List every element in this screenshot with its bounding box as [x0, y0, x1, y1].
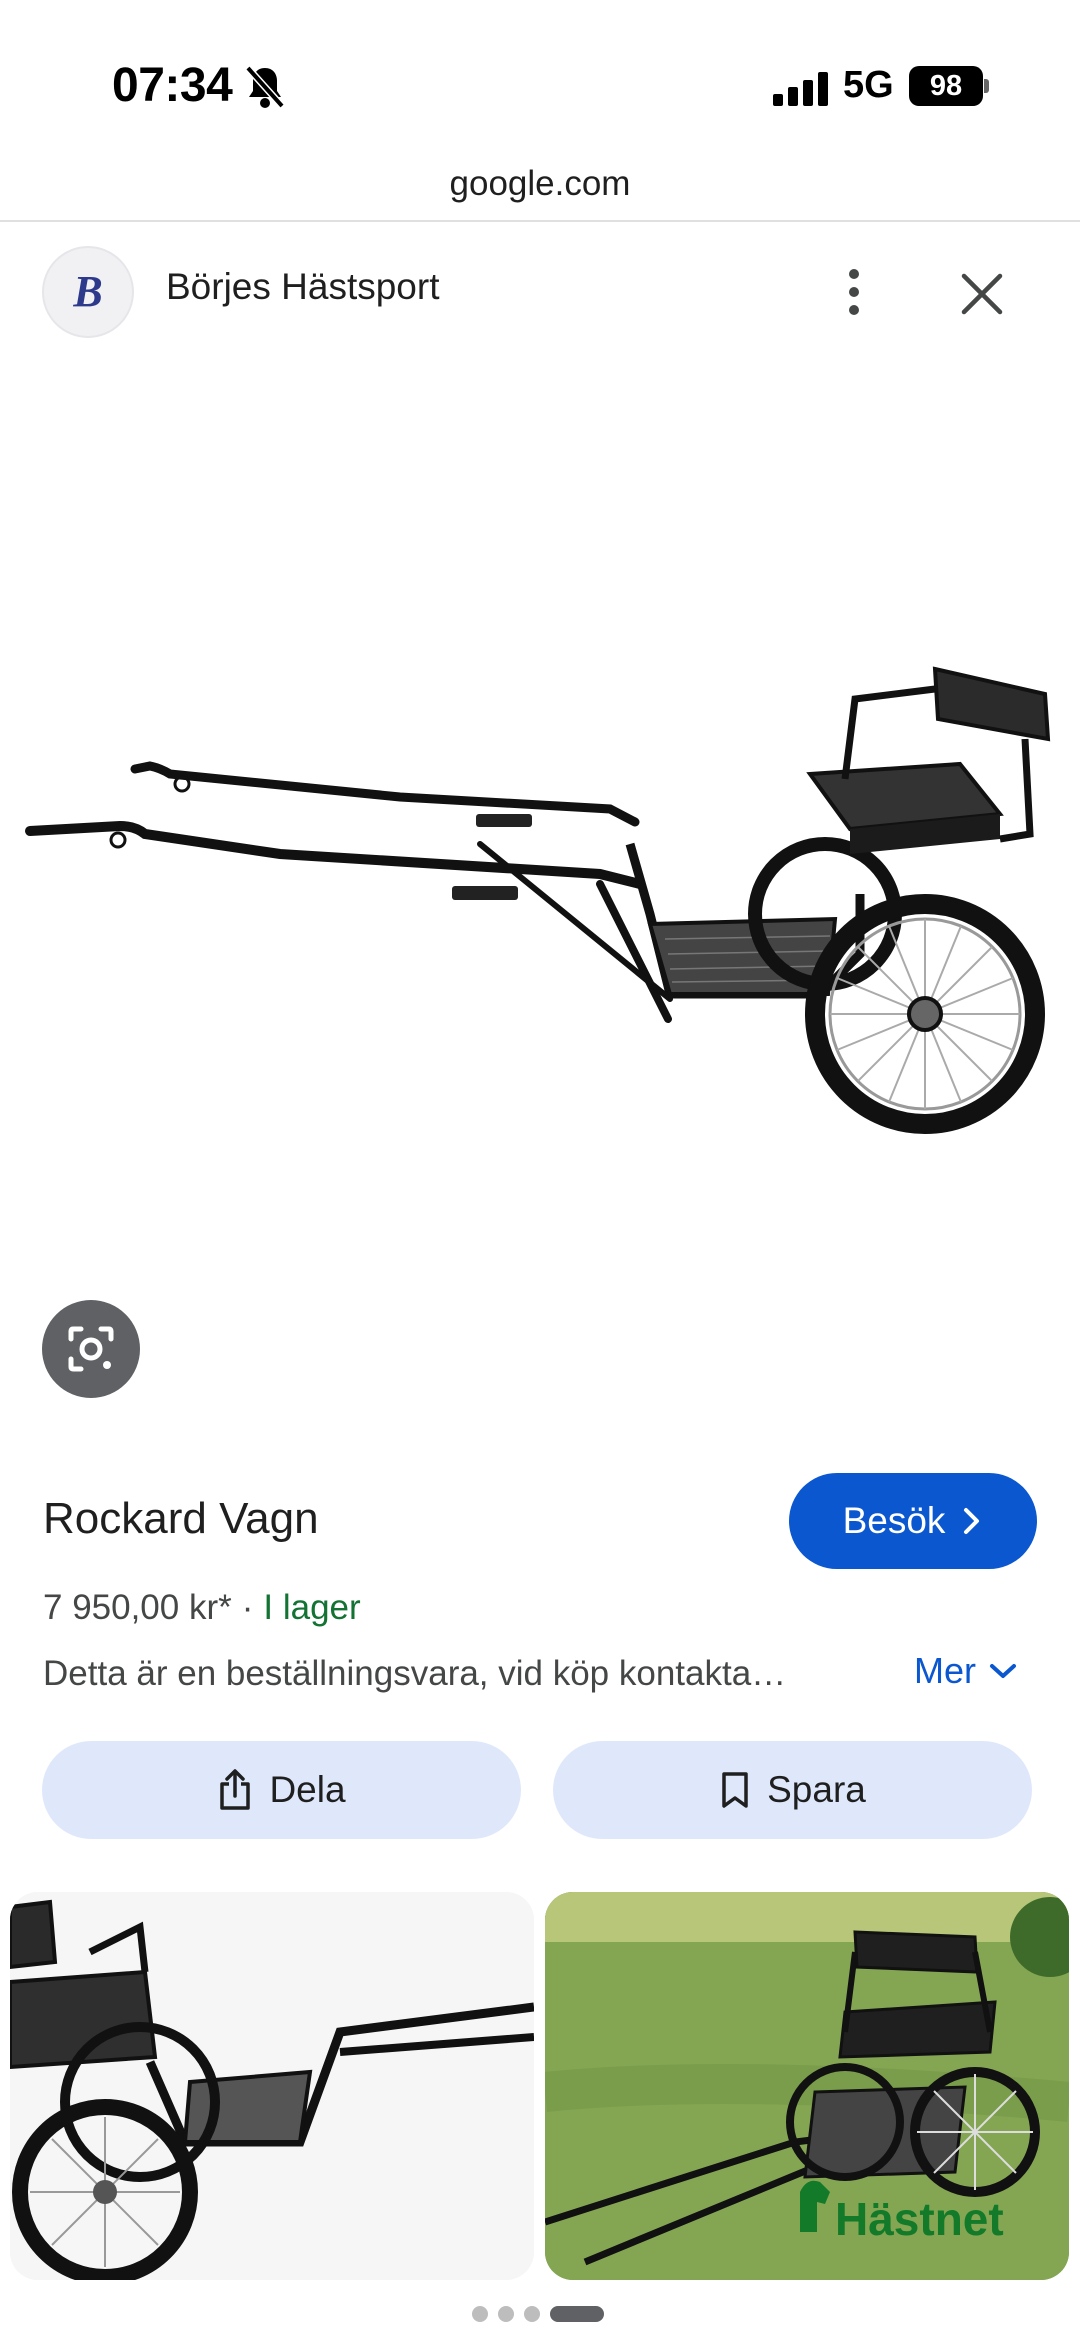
more-label: Mer: [914, 1650, 976, 1691]
product-title: Rockard Vagn: [43, 1494, 319, 1543]
lens-button[interactable]: [42, 1300, 140, 1398]
page-dot: [498, 2306, 514, 2322]
battery-indicator: 98: [909, 66, 983, 106]
status-bar: 07:34 5G 98: [0, 0, 1080, 150]
shaft-bracket: [452, 886, 518, 900]
page-dot-active: [550, 2306, 604, 2322]
share-icon: [220, 1769, 251, 1810]
site-logo-mark: B: [72, 267, 102, 316]
separator: ·: [241, 1588, 254, 1627]
more-button[interactable]: Mer: [914, 1650, 1018, 1692]
page-indicator: [472, 2306, 604, 2322]
site-header: B Börjes Hästsport: [0, 224, 1080, 354]
lens-icon: [68, 1326, 114, 1372]
close-icon[interactable]: [952, 264, 1012, 324]
site-name[interactable]: Börjes Hästsport: [166, 266, 440, 308]
save-button[interactable]: Spara: [553, 1741, 1032, 1839]
visit-button[interactable]: Besök: [789, 1473, 1037, 1569]
save-label: Spara: [767, 1769, 866, 1810]
watermark-text: Hästnet: [835, 2193, 1004, 2245]
url-bar[interactable]: google.com: [0, 150, 1080, 222]
product-image: [25, 666, 1051, 1134]
page-dot: [524, 2306, 540, 2322]
signal-icon: [773, 72, 828, 106]
stock-status: I lager: [263, 1588, 361, 1627]
bell-off-icon: [245, 65, 285, 109]
shaft-bracket: [476, 814, 532, 827]
related-field-image: Hästnet: [545, 1892, 1069, 2280]
product-price: 7 950,00 kr*: [43, 1588, 232, 1627]
share-label: Dela: [269, 1769, 346, 1810]
battery-tip: [984, 79, 989, 93]
cart-shafts: [25, 761, 673, 1023]
front-wheel: [805, 894, 1045, 1134]
seat-backrest: [932, 666, 1051, 742]
logo-letter: B: [72, 267, 102, 316]
more-vert-icon[interactable]: [826, 264, 882, 320]
page-dot: [472, 2306, 488, 2322]
related-cart-image: [10, 1892, 534, 2280]
bookmark-icon: [722, 1772, 748, 1808]
related-image-1[interactable]: [10, 1892, 534, 2280]
price-line: 7 950,00 kr* · I lager: [43, 1588, 361, 1628]
status-time: 07:34: [112, 59, 233, 112]
visit-label: Besök: [842, 1500, 946, 1541]
network-label: 5G: [843, 64, 894, 106]
product-description: Detta är en beställningsvara, vid köp ko…: [43, 1654, 787, 1693]
url-text: google.com: [449, 164, 631, 203]
site-logo[interactable]: B: [42, 246, 134, 338]
related-image-2[interactable]: Hästnet: [545, 1892, 1069, 2280]
chevron-down-icon: [990, 1664, 1016, 1678]
share-button[interactable]: Dela: [42, 1741, 521, 1839]
chevron-right-icon: [964, 1508, 980, 1534]
